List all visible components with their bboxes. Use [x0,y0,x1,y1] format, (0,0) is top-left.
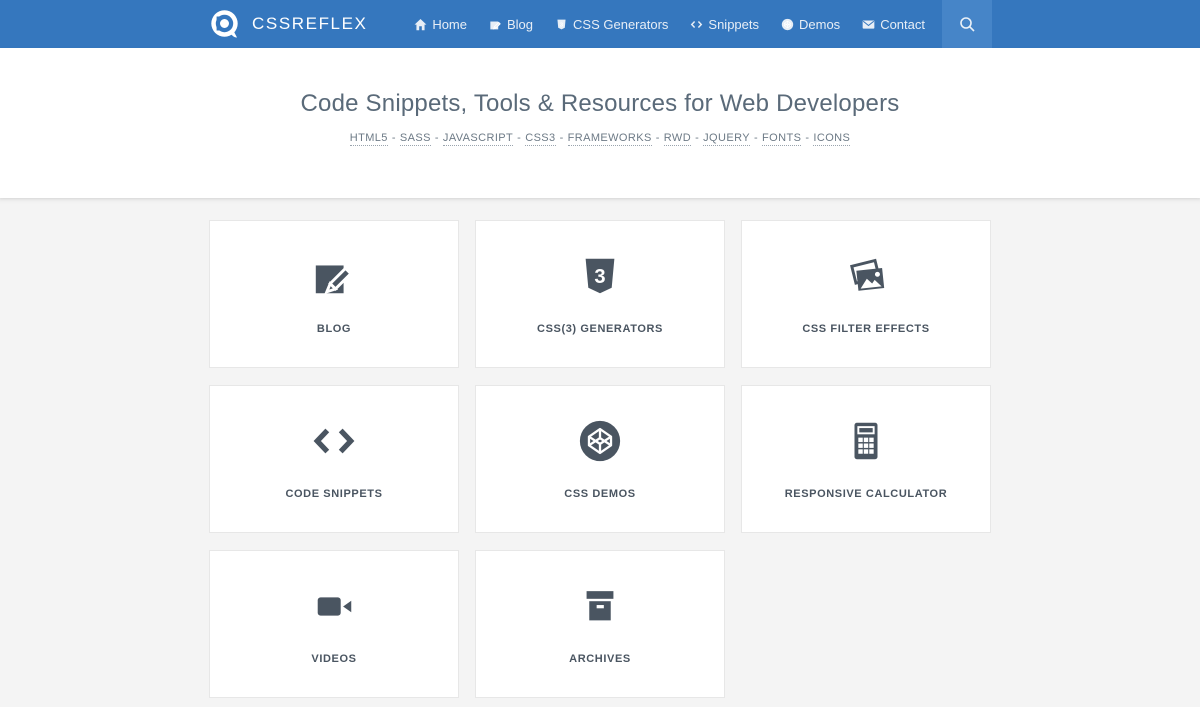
card-label: ARCHIVES [569,653,631,665]
code-brackets-icon [311,418,357,464]
nav-item-snippets[interactable]: Snippets [679,0,770,48]
tag-separator: - [560,132,564,144]
tag-separator: - [517,132,521,144]
nav-item-label: CSS Generators [573,17,668,32]
cssreflex-logo-icon [208,8,241,41]
tag-link-fonts[interactable]: FONTS [762,132,801,146]
calculator-icon [843,418,889,464]
tag-links-row: HTML5-SASS-JAVASCRIPT-CSS3-FRAMEWORKS-RW… [0,132,1200,144]
card-blog[interactable]: BLOG [209,220,459,368]
search-button[interactable] [942,0,992,48]
card-label: VIDEOS [311,653,356,665]
card-css-filter-effects[interactable]: CSS FILTER EFFECTS [741,220,991,368]
tag-separator: - [805,132,809,144]
tag-link-html5[interactable]: HTML5 [350,132,388,146]
card-label: BLOG [317,323,351,335]
nav-item-css-generators[interactable]: 3 CSS Generators [544,0,679,48]
content-area: BLOG 3 CSS(3) GENERATORS CSS FILTER EFFE… [0,198,1200,707]
images-icon [843,253,889,299]
card-css-3-generators[interactable]: 3 CSS(3) GENERATORS [475,220,725,368]
nav-container: CSSREFLEX Home Blog 3 CSS Generators Sni… [208,0,992,48]
navbar: CSSREFLEX Home Blog 3 CSS Generators Sni… [0,0,1200,48]
tag-link-icons[interactable]: ICONS [813,132,850,146]
nav-item-label: Home [432,17,467,32]
brand-name: CSSREFLEX [252,14,368,34]
nav-item-label: Contact [880,17,925,32]
tag-separator: - [695,132,699,144]
card-code-snippets[interactable]: CODE SNIPPETS [209,385,459,533]
envelope-icon [862,18,875,31]
hero-section: Code Snippets, Tools & Resources for Web… [0,48,1200,198]
card-responsive-calculator[interactable]: RESPONSIVE CALCULATOR [741,385,991,533]
nav-item-label: Demos [799,17,840,32]
codepen-circle-icon [781,18,794,31]
css3-shield-icon: 3 [577,253,623,299]
archive-box-icon [577,583,623,629]
nav-menu: Home Blog 3 CSS Generators Snippets Demo… [403,0,992,48]
tag-link-css3[interactable]: CSS3 [525,132,555,146]
cards-grid: BLOG 3 CSS(3) GENERATORS CSS FILTER EFFE… [209,220,991,698]
card-label: CSS DEMOS [564,488,635,500]
card-videos[interactable]: VIDEOS [209,550,459,698]
card-label: CSS FILTER EFFECTS [802,323,929,335]
nav-item-demos[interactable]: Demos [770,0,851,48]
pencil-square-icon [311,253,357,299]
css3-shield-icon: 3 [555,18,568,31]
page-title: Code Snippets, Tools & Resources for Web… [0,90,1200,118]
nav-item-home[interactable]: Home [403,0,478,48]
card-label: CODE SNIPPETS [285,488,382,500]
nav-item-label: Snippets [708,17,759,32]
video-camera-icon [311,583,357,629]
card-label: CSS(3) GENERATORS [537,323,663,335]
nav-item-contact[interactable]: Contact [851,0,936,48]
tag-separator: - [392,132,396,144]
card-archives[interactable]: ARCHIVES [475,550,725,698]
tag-separator: - [656,132,660,144]
nav-item-blog[interactable]: Blog [478,0,544,48]
tag-link-sass[interactable]: SASS [400,132,431,146]
card-css-demos[interactable]: CSS DEMOS [475,385,725,533]
tag-link-javascript[interactable]: JAVASCRIPT [443,132,513,146]
tag-link-rwd[interactable]: RWD [664,132,691,146]
svg-text:3: 3 [594,266,605,288]
codepen-circle-icon [577,418,623,464]
tag-link-jquery[interactable]: JQUERY [703,132,750,146]
tag-link-frameworks[interactable]: FRAMEWORKS [568,132,652,146]
card-label: RESPONSIVE CALCULATOR [785,488,948,500]
code-brackets-icon [690,18,703,31]
home-icon [414,18,427,31]
search-icon [959,16,976,33]
pencil-square-icon [489,18,502,31]
tag-separator: - [435,132,439,144]
svg-text:3: 3 [560,22,563,28]
tag-separator: - [754,132,758,144]
nav-item-label: Blog [507,17,533,32]
brand[interactable]: CSSREFLEX [208,8,368,41]
